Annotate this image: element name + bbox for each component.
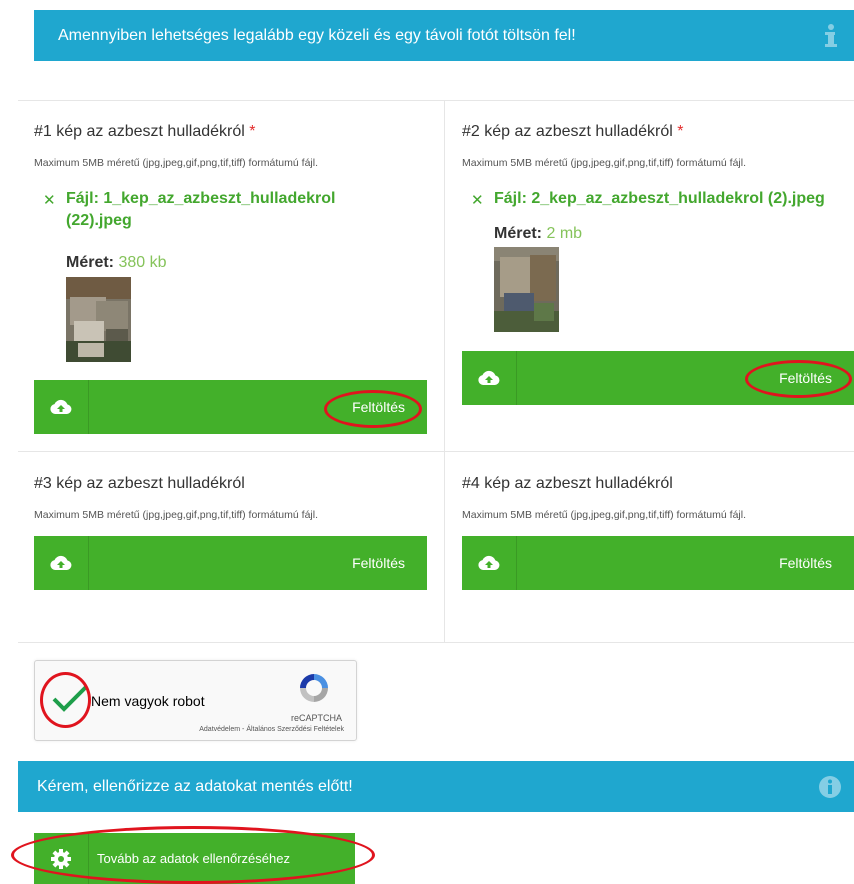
- upload-label: Feltöltés: [779, 555, 832, 571]
- size-label: Méret:: [494, 225, 543, 242]
- slot-1-hint: Maximum 5MB méretű (jpg,jpeg,gif,png,tif…: [34, 157, 318, 169]
- slot-1-upload-button[interactable]: Feltöltés: [34, 380, 427, 434]
- cloud-upload-icon: [34, 536, 89, 590]
- info-icon: [825, 24, 837, 47]
- slot-1-title-text: #1 kép az azbeszt hulladékról: [34, 123, 245, 140]
- cloud-upload-icon: [462, 536, 517, 590]
- slot-3-title-text: #3 kép az azbeszt hulladékról: [34, 475, 245, 492]
- cloud-upload-icon: [462, 351, 517, 405]
- recaptcha-widget: Nem vagyok robot reCAPTCHA Adatvédelem -…: [34, 660, 357, 741]
- recaptcha-links[interactable]: Adatvédelem - Általános Szerződési Felté…: [199, 726, 344, 733]
- info-circle-icon: [819, 776, 841, 798]
- slot-4-title-text: #4 kép az azbeszt hulladékról: [462, 475, 673, 492]
- slot-2-hint: Maximum 5MB méretű (jpg,jpeg,gif,png,tif…: [462, 157, 746, 169]
- remove-file-icon[interactable]: ✕: [471, 191, 484, 209]
- next-to-review-button[interactable]: Tovább az adatok ellenőrzéséhez: [34, 833, 355, 884]
- file-name-line1: 2_kep_az_azbeszt_hulladekrol (2).jpeg: [531, 190, 825, 207]
- required-mark: *: [677, 123, 684, 140]
- upload-label: Feltöltés: [352, 399, 405, 415]
- upload-label: Feltöltés: [779, 370, 832, 386]
- upload-label: Feltöltés: [352, 555, 405, 571]
- upload-info-banner: Amennyiben lehetséges legalább egy közel…: [34, 10, 854, 61]
- slot-3-hint: Maximum 5MB méretű (jpg,jpeg,gif,png,tif…: [34, 509, 318, 521]
- slot-1-thumbnail: [66, 277, 131, 362]
- remove-file-icon[interactable]: ✕: [43, 191, 56, 209]
- file-name-line1: 1_kep_az_azbeszt_hulladekrol: [103, 190, 336, 207]
- slot-3-title: #3 kép az azbeszt hulladékról: [34, 475, 245, 493]
- next-button-label: Tovább az adatok ellenőrzéséhez: [97, 851, 290, 866]
- column-divider: [444, 100, 445, 642]
- divider: [18, 100, 854, 101]
- file-name-line2: (22).jpeg: [66, 212, 132, 229]
- size-value: 380 kb: [118, 254, 167, 271]
- slot-2-title-text: #2 kép az azbeszt hulladékról: [462, 123, 673, 140]
- cloud-upload-icon: [34, 380, 89, 434]
- required-mark: *: [249, 123, 256, 140]
- slot-4-title: #4 kép az azbeszt hulladékról: [462, 475, 673, 493]
- slot-1-file-name: Fájl: 1_kep_az_azbeszt_hulladekrol (22).…: [66, 188, 335, 232]
- slot-2-file-size: Méret: 2 mb: [494, 225, 582, 243]
- slot-4-upload-button[interactable]: Feltöltés: [462, 536, 854, 590]
- check-data-banner: Kérem, ellenőrizze az adatokat mentés el…: [18, 761, 854, 812]
- slot-2-thumbnail: [494, 247, 559, 332]
- gear-icon: [34, 833, 89, 884]
- slot-2-upload-button[interactable]: Feltöltés: [462, 351, 854, 405]
- check-banner-text: Kérem, ellenőrizze az adatokat mentés el…: [37, 777, 353, 795]
- slot-2-title: #2 kép az azbeszt hulladékról *: [462, 123, 683, 141]
- file-prefix: Fájl:: [66, 190, 99, 207]
- slot-1-file-size: Méret: 380 kb: [66, 254, 167, 272]
- recaptcha-brand: reCAPTCHA: [290, 713, 342, 723]
- size-value: 2 mb: [546, 225, 583, 242]
- upload-info-text: Amennyiben lehetséges legalább egy közel…: [58, 26, 576, 44]
- divider: [18, 451, 854, 452]
- slot-2-file-name: Fájl: 2_kep_az_azbeszt_hulladekrol (2).j…: [494, 188, 825, 210]
- file-prefix: Fájl:: [494, 190, 527, 207]
- size-label: Méret:: [66, 254, 115, 271]
- divider: [18, 642, 854, 643]
- slot-4-hint: Maximum 5MB méretű (jpg,jpeg,gif,png,tif…: [462, 509, 746, 521]
- recaptcha-logo-icon: [300, 674, 328, 702]
- recaptcha-label: Nem vagyok robot: [91, 693, 205, 709]
- slot-1-title: #1 kép az azbeszt hulladékról *: [34, 123, 255, 141]
- recaptcha-checkbox-checked-icon[interactable]: [51, 683, 89, 713]
- slot-3-upload-button[interactable]: Feltöltés: [34, 536, 427, 590]
